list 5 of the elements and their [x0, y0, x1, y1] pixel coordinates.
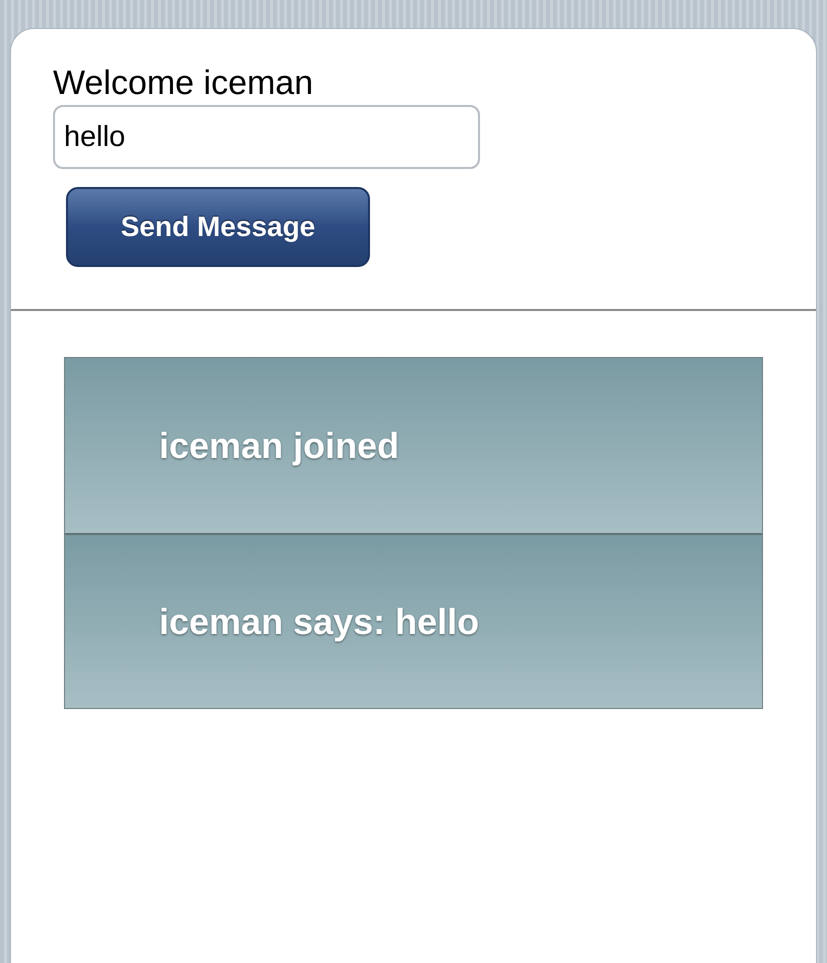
message-text: iceman says: hello — [159, 600, 480, 644]
message-text: iceman joined — [159, 424, 400, 468]
send-message-button[interactable]: Send Message — [66, 187, 370, 267]
welcome-text: Welcome iceman — [53, 63, 314, 103]
message-field[interactable]: hello — [53, 105, 480, 169]
